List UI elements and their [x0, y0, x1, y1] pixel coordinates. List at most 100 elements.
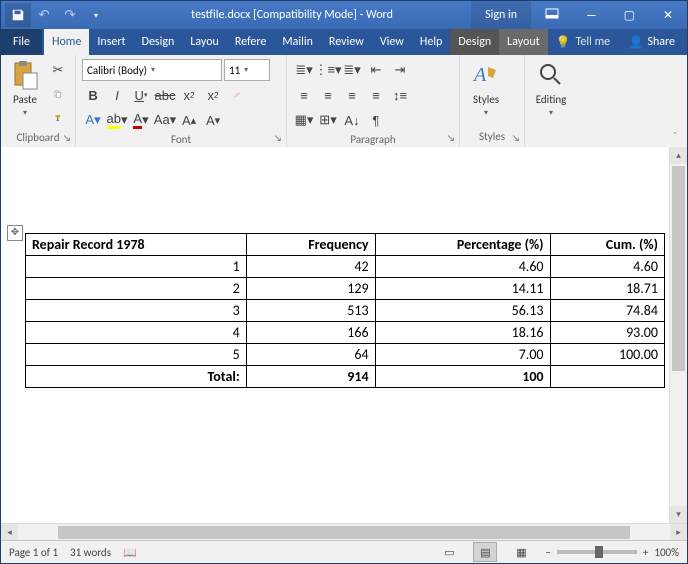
table-cell[interactable]: 7.00 [375, 344, 550, 366]
sign-in-button[interactable]: Sign in [471, 1, 531, 29]
document-scroll[interactable]: ✥ Repair Record 1978 Frequency Percentag… [1, 147, 669, 523]
minimize-icon[interactable]: ─ [573, 1, 610, 29]
borders-icon[interactable]: ⊞▾ [317, 109, 339, 131]
tab-table-design[interactable]: Design [450, 29, 499, 55]
zoom-slider[interactable] [557, 550, 637, 554]
superscript-button[interactable]: x2 [202, 84, 224, 106]
undo-icon[interactable]: ↶ [31, 3, 57, 27]
scroll-thumb[interactable] [672, 166, 685, 371]
copy-icon[interactable] [47, 83, 69, 105]
word-count[interactable]: 31 words [70, 546, 111, 559]
data-table[interactable]: Repair Record 1978 Frequency Percentage … [25, 233, 665, 388]
total-pct[interactable]: 100 [375, 366, 550, 388]
line-spacing-icon[interactable]: ↕≡ [389, 84, 411, 106]
font-color-icon[interactable]: A▾ [130, 109, 152, 131]
justify-icon[interactable]: ≡ [365, 84, 387, 106]
align-right-icon[interactable]: ≡ [341, 84, 363, 106]
zoom-in-icon[interactable]: + [643, 546, 648, 559]
table-cell[interactable]: 166 [246, 322, 375, 344]
italic-button[interactable]: I [106, 84, 128, 106]
clear-formatting-icon[interactable] [226, 84, 248, 106]
table-cell[interactable]: 56.13 [375, 300, 550, 322]
tab-table-layout[interactable]: Layout [499, 29, 548, 55]
table-cell[interactable]: 14.11 [375, 278, 550, 300]
zoom-level[interactable]: 100% [654, 546, 679, 559]
strikethrough-button[interactable]: abc [154, 84, 176, 106]
total-label[interactable]: Total: [26, 366, 247, 388]
table-cell[interactable]: 100.00 [550, 344, 664, 366]
change-case-icon[interactable]: Aa▾ [154, 109, 176, 131]
total-freq[interactable]: 914 [246, 366, 375, 388]
page[interactable]: ✥ Repair Record 1978 Frequency Percentag… [1, 167, 669, 523]
tab-home[interactable]: Home [44, 29, 89, 55]
bullets-icon[interactable]: ≣▾ [293, 59, 315, 81]
paragraph-dialog-icon[interactable]: ↘ [445, 133, 457, 145]
font-dialog-icon[interactable]: ↘ [272, 133, 284, 145]
tab-references[interactable]: Refere [227, 29, 275, 55]
page-indicator[interactable]: Page 1 of 1 [9, 546, 58, 559]
zoom-out-icon[interactable]: − [545, 546, 550, 559]
bold-button[interactable]: B [82, 84, 104, 106]
table-cell[interactable]: 4.60 [550, 256, 664, 278]
styles-button[interactable]: A Styles ▾ [466, 59, 506, 118]
shading-icon[interactable]: ▦▾ [293, 109, 315, 131]
font-family-combo[interactable]: Calibri (Body)▾ [82, 59, 222, 81]
scroll-up-icon[interactable]: ▴ [670, 147, 687, 164]
table-cell[interactable] [550, 366, 664, 388]
styles-dialog-icon[interactable]: ↘ [510, 133, 522, 145]
collapse-ribbon-icon[interactable]: ˆ [667, 129, 683, 145]
table-cell[interactable]: 129 [246, 278, 375, 300]
table-cell[interactable]: 4.60 [375, 256, 550, 278]
close-icon[interactable]: ✕ [649, 1, 687, 29]
maximize-icon[interactable]: ▢ [610, 1, 649, 29]
font-size-combo[interactable]: 11▾ [224, 59, 270, 81]
table-cell[interactable]: 513 [246, 300, 375, 322]
table-cell[interactable]: 1 [26, 256, 247, 278]
show-marks-icon[interactable]: ¶ [365, 109, 387, 131]
cut-icon[interactable]: ✂ [47, 59, 69, 81]
table-move-handle-icon[interactable]: ✥ [7, 225, 23, 241]
web-layout-icon[interactable]: ▦ [509, 542, 533, 562]
tab-help[interactable]: Help [412, 29, 451, 55]
read-mode-icon[interactable]: ▭ [437, 542, 461, 562]
format-painter-icon[interactable] [47, 107, 69, 129]
decrease-indent-icon[interactable]: ⇤ [365, 59, 387, 81]
spell-check-icon[interactable]: 📖 [123, 546, 137, 559]
scroll-right-icon[interactable]: ▸ [670, 524, 687, 541]
tab-design[interactable]: Design [134, 29, 183, 55]
vertical-scrollbar[interactable]: ▴ ▾ [669, 147, 687, 523]
print-layout-icon[interactable]: ▤ [473, 542, 497, 562]
table-cell[interactable]: 18.71 [550, 278, 664, 300]
multilevel-list-icon[interactable]: ≣▾ [341, 59, 363, 81]
table-cell[interactable]: 74.84 [550, 300, 664, 322]
text-effects-icon[interactable]: A▾ [82, 109, 104, 131]
table-cell[interactable]: 42 [246, 256, 375, 278]
grow-font-icon[interactable]: A▴ [178, 109, 200, 131]
shrink-font-icon[interactable]: A▾ [202, 109, 224, 131]
tab-mailings[interactable]: Mailin [274, 29, 321, 55]
ribbon-display-options-icon[interactable] [531, 1, 573, 29]
sort-icon[interactable]: A↓ [341, 109, 363, 131]
editing-button[interactable]: Editing ▾ [531, 59, 571, 118]
table-header[interactable]: Frequency [246, 234, 375, 256]
scroll-down-icon[interactable]: ▾ [670, 506, 687, 523]
save-icon[interactable] [5, 3, 31, 27]
horizontal-scrollbar[interactable]: ◂ ▸ [1, 523, 687, 541]
table-cell[interactable]: 5 [26, 344, 247, 366]
clipboard-dialog-icon[interactable]: ↘ [61, 133, 73, 145]
table-cell[interactable]: 93.00 [550, 322, 664, 344]
tab-layout[interactable]: Layou [182, 29, 227, 55]
qat-customize-icon[interactable]: ▾ [83, 3, 109, 27]
table-cell[interactable]: 18.16 [375, 322, 550, 344]
table-header[interactable]: Repair Record 1978 [26, 234, 247, 256]
share-button[interactable]: 👤Share [616, 35, 687, 50]
subscript-button[interactable]: x2 [178, 84, 200, 106]
scroll-thumb[interactable] [58, 526, 630, 539]
table-cell[interactable]: 3 [26, 300, 247, 322]
increase-indent-icon[interactable]: ⇥ [389, 59, 411, 81]
table-cell[interactable]: 4 [26, 322, 247, 344]
align-left-icon[interactable]: ≡ [293, 84, 315, 106]
tell-me-search[interactable]: 💡Tell me [548, 35, 610, 50]
table-header[interactable]: Percentage (%) [375, 234, 550, 256]
redo-icon[interactable]: ↷ [57, 3, 83, 27]
